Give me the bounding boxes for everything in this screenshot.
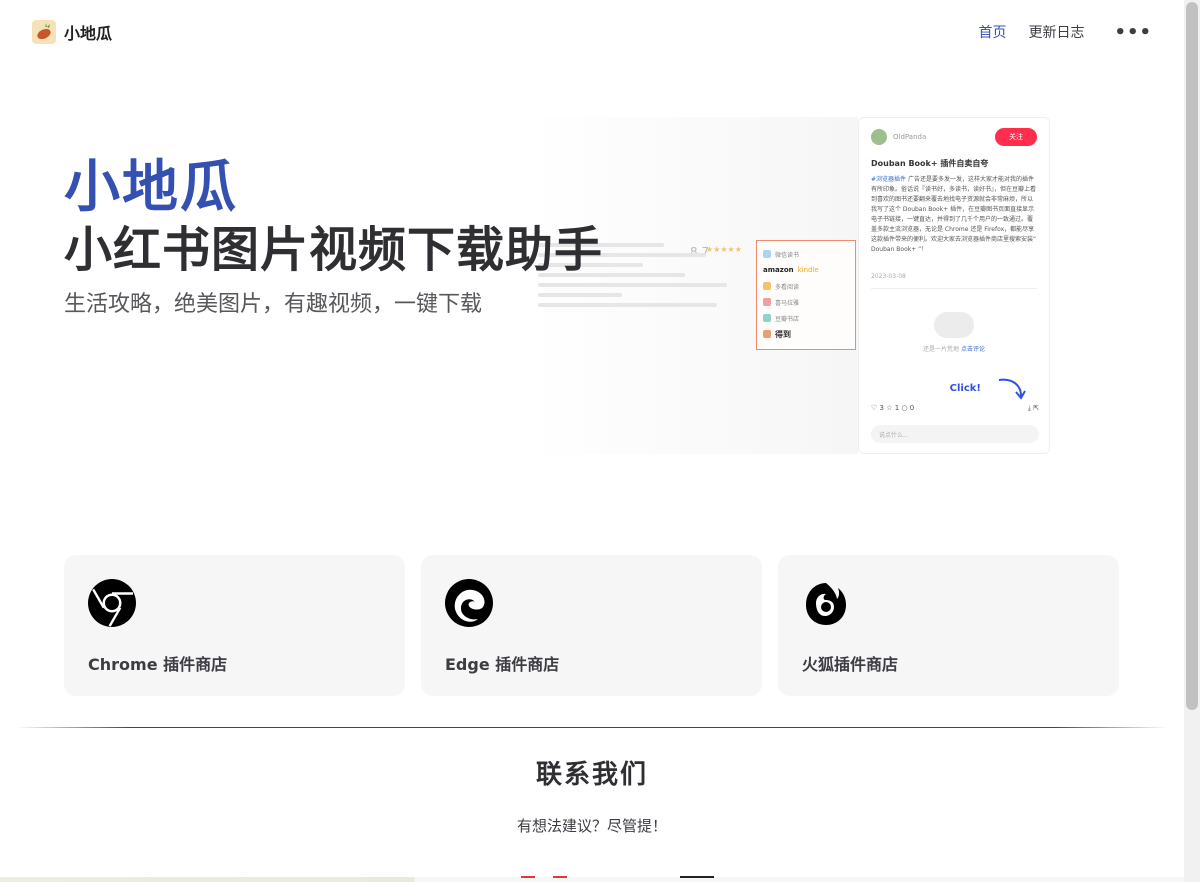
hero-subtitle: 小红书图片视频下载助手 bbox=[64, 222, 604, 278]
preview-ebook-box: 微信读书 amazon kindle 多看阅读 喜马拉雅 豆瓣书店 得到 bbox=[756, 240, 856, 350]
preview-box-item: 得到 bbox=[775, 329, 791, 339]
page: 小地瓜 首页 更新日志 ••• 小地瓜 小红书图片视频下载助手 生活攻略，绝美图… bbox=[0, 0, 1200, 882]
preview-action-bar: ♡ 3 ☆ 1 ○ 0 ⤓ ⇱ bbox=[871, 404, 1039, 412]
chrome-icon bbox=[88, 579, 136, 627]
preview-box-item: 多看阅读 bbox=[775, 283, 800, 291]
bottom-mark bbox=[680, 876, 714, 878]
edge-store-card[interactable]: Edge 插件商店 bbox=[421, 555, 762, 696]
preview-click-label: Click! bbox=[949, 383, 981, 394]
cloud-icon bbox=[934, 311, 974, 338]
chrome-store-card[interactable]: Chrome 插件商店 bbox=[64, 555, 405, 696]
curved-arrow-icon bbox=[998, 378, 1026, 400]
preview-post-body: #浏览器插件 广告还是要多发一发，这样大家才能对我的插件有所印象。俗话说『读书好… bbox=[871, 176, 1037, 253]
nav-links: 首页 更新日志 ••• bbox=[978, 22, 1152, 43]
preview-avatar bbox=[871, 129, 887, 145]
bottom-strip bbox=[0, 877, 1184, 882]
preview-box-item: 微信读书 bbox=[775, 251, 800, 259]
sweet-potato-logo-icon bbox=[32, 20, 56, 44]
preview-box-item: 豆瓣书店 bbox=[775, 315, 800, 323]
contact-text: 有想法建议？尽管提！ bbox=[516, 817, 667, 835]
firefox-icon bbox=[806, 583, 846, 625]
scrollbar-thumb[interactable] bbox=[1186, 2, 1198, 710]
preview-post-date: 2023-03-08 bbox=[871, 273, 906, 280]
brand-link[interactable]: 小地瓜 bbox=[32, 20, 112, 44]
nav-link-changelog[interactable]: 更新日志 bbox=[1028, 22, 1084, 42]
preview-comment-input: 说点什么... bbox=[871, 425, 1039, 443]
star-icon: ☆ bbox=[886, 404, 893, 412]
brand-name: 小地瓜 bbox=[64, 24, 113, 43]
preview-xhs-post: OldPanda 关注 Douban Book+ 插件自卖自夸 #浏览器插件 广… bbox=[858, 117, 1050, 454]
preview-douban-page: 8.7 ★★★★★ 微信读书 amazon kindle 多看阅读 喜马拉雅 豆瓣… bbox=[530, 117, 858, 454]
preview-post-title: Douban Book+ 插件自卖自夸 bbox=[871, 159, 989, 168]
top-nav: 小地瓜 首页 更新日志 ••• bbox=[0, 0, 1184, 64]
more-menu-icon[interactable]: ••• bbox=[1106, 22, 1152, 43]
preview-box-item: 喜马拉雅 bbox=[775, 299, 800, 307]
section-divider bbox=[16, 727, 1168, 728]
heart-icon: ♡ bbox=[871, 404, 878, 412]
preview-box-item: amazon bbox=[763, 266, 794, 274]
bottom-mark bbox=[521, 876, 535, 878]
download-icon: ⤓ bbox=[1027, 404, 1031, 412]
firefox-store-label: 火狐插件商店 bbox=[802, 655, 899, 674]
preview-box-item: kindle bbox=[797, 266, 819, 274]
firefox-store-card[interactable]: 火狐插件商店 bbox=[778, 555, 1119, 696]
preview-empty-comments: 还是一片荒地 点击评论 bbox=[871, 297, 1037, 367]
hero-tagline: 生活攻略，绝美图片，有趣视频，一键下载 bbox=[64, 292, 483, 317]
preview-follow-button: 关注 bbox=[995, 128, 1037, 146]
edge-icon bbox=[445, 579, 493, 627]
hero-preview-image: 8.7 ★★★★★ 微信读书 amazon kindle 多看阅读 喜马拉雅 豆瓣… bbox=[530, 117, 1050, 454]
preview-username: OldPanda bbox=[893, 133, 927, 141]
chrome-store-label: Chrome 插件商店 bbox=[88, 655, 228, 674]
page-scrollbar[interactable] bbox=[1184, 0, 1200, 882]
edge-store-label: Edge 插件商店 bbox=[445, 655, 560, 674]
share-icon: ⇱ bbox=[1033, 404, 1039, 412]
comment-icon: ○ bbox=[901, 404, 908, 412]
nav-link-home[interactable]: 首页 bbox=[978, 22, 1006, 42]
contact-title: 联系我们 bbox=[535, 760, 648, 790]
bottom-mark bbox=[553, 876, 567, 878]
